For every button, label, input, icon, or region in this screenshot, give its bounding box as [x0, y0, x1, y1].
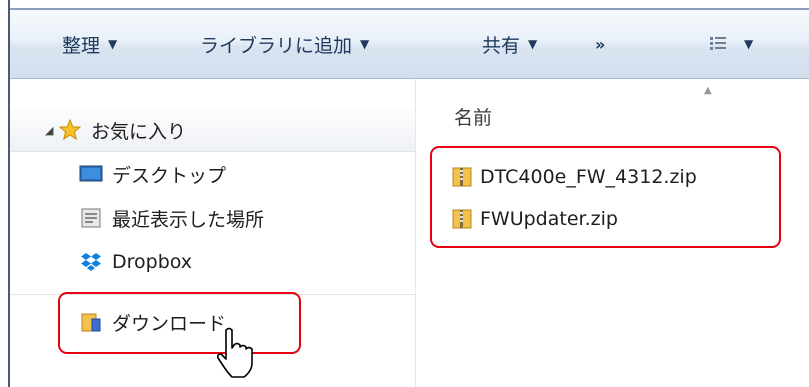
dropbox-icon — [78, 251, 104, 273]
nav-item-desktop[interactable]: デスクトップ — [10, 153, 415, 195]
recent-places-icon — [78, 207, 104, 229]
chevron-down-icon: ▼ — [744, 37, 754, 51]
hand-cursor-icon — [217, 327, 253, 378]
share-label: 共有 — [482, 34, 521, 57]
favorites-label: お気に入り — [91, 120, 187, 143]
nav-item-recent-places[interactable]: 最近表示した場所 — [10, 197, 415, 239]
chevron-down-icon: ▼ — [108, 37, 118, 51]
organize-label: 整理 — [62, 34, 101, 57]
chevron-down-icon: ▼ — [528, 37, 538, 51]
sort-ascending-icon[interactable]: ▲ — [704, 85, 712, 96]
expand-triangle-icon[interactable]: ◢ — [45, 124, 57, 137]
add-to-library-label: ライブラリに追加 — [200, 34, 353, 57]
command-bar: 整理 ▼ ライブラリに追加 ▼ 共有 ▼ » ▼ — [10, 10, 809, 79]
view-list-icon — [710, 37, 726, 51]
more-commands-button[interactable]: » — [595, 10, 605, 78]
column-header-name[interactable]: 名前 — [454, 103, 492, 130]
nav-item-dropbox[interactable]: Dropbox — [10, 241, 415, 283]
change-view-button[interactable]: ▼ — [710, 10, 753, 78]
nav-item-label: デスクトップ — [112, 164, 227, 187]
nav-item-label: Dropbox — [112, 251, 193, 273]
organize-button[interactable]: 整理 ▼ — [62, 10, 117, 78]
desktop-icon — [78, 163, 104, 185]
downloads-highlight-box — [58, 292, 301, 354]
share-button[interactable]: 共有 ▼ — [482, 10, 537, 78]
star-icon — [57, 119, 83, 141]
add-to-library-button[interactable]: ライブラリに追加 ▼ — [200, 10, 369, 78]
files-highlight-box — [430, 146, 781, 248]
favorites-header[interactable]: ◢ お気に入り — [10, 109, 415, 152]
nav-item-label: 最近表示した場所 — [112, 208, 265, 231]
more-icon: » — [595, 34, 605, 54]
chevron-down-icon: ▼ — [360, 37, 370, 51]
